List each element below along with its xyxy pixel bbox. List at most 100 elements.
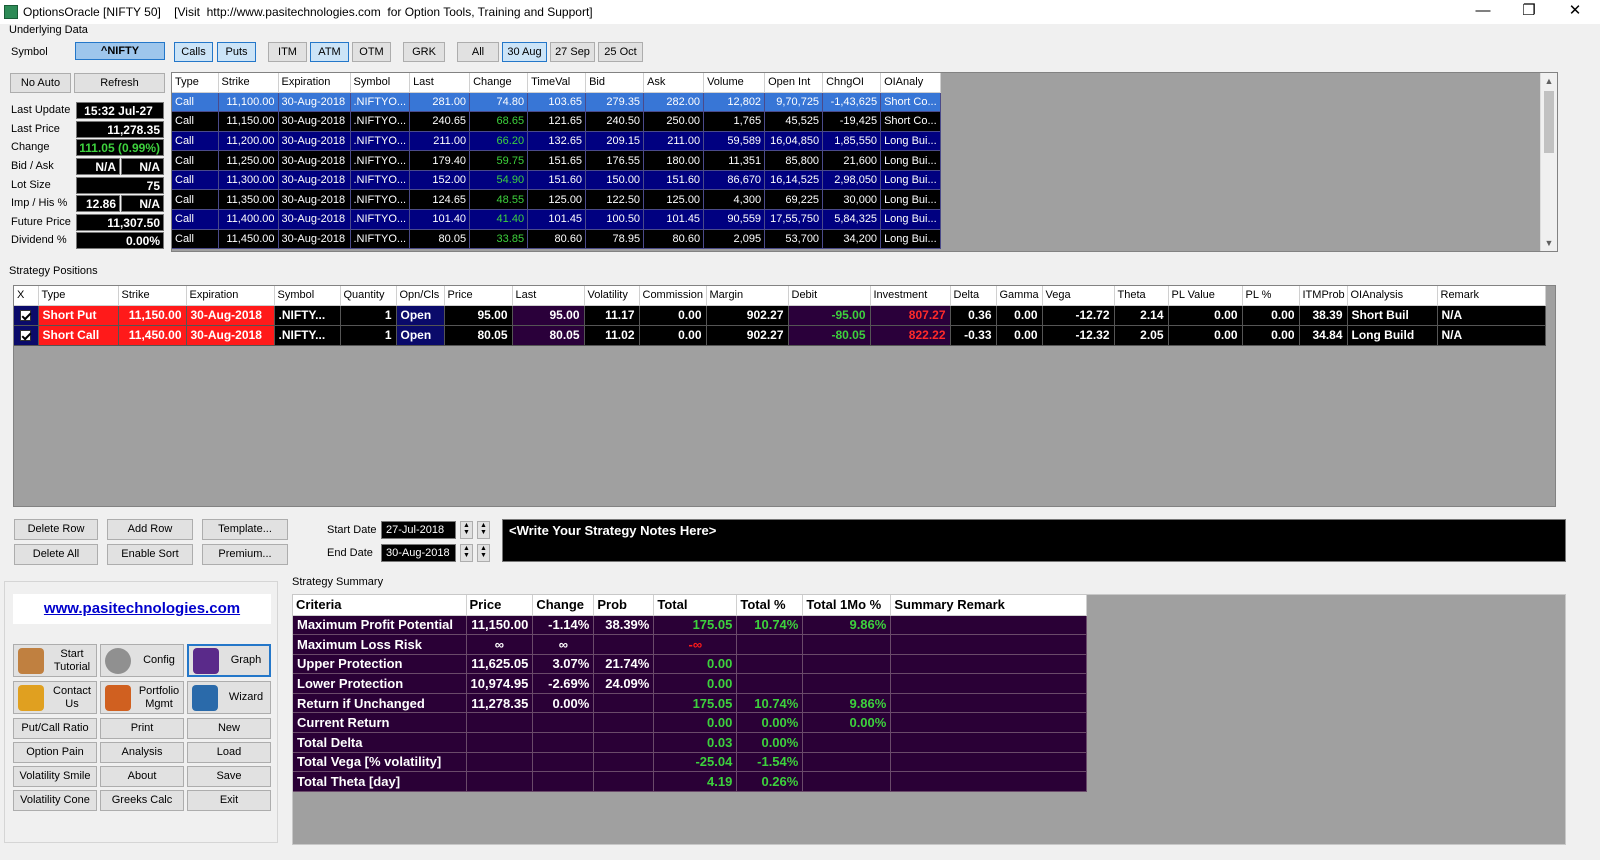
- start-date-spinner-2[interactable]: ▲ ▼: [477, 521, 490, 539]
- positions-header-volatility[interactable]: Volatility: [584, 286, 640, 306]
- option-pain-button[interactable]: Option Pain: [13, 742, 97, 763]
- positions-header-x[interactable]: X: [14, 286, 39, 306]
- graph-button[interactable]: Graph: [187, 644, 271, 677]
- config-button[interactable]: Config: [100, 644, 184, 677]
- table-row[interactable]: Call 11,250.00 30-Aug-2018 .NIFTYO... 179.40…: [172, 150, 941, 171]
- analysis-button[interactable]: Analysis: [100, 742, 184, 763]
- positions-header-pl[interactable]: PL %: [1242, 286, 1300, 306]
- options-header-chngoi[interactable]: ChngOI: [822, 73, 882, 93]
- position-checkbox[interactable]: [14, 325, 39, 346]
- end-date-input[interactable]: 30-Aug-2018: [381, 544, 456, 562]
- checkbox-checked-icon[interactable]: [20, 330, 32, 342]
- minimize-button[interactable]: —: [1460, 0, 1506, 24]
- volatility-cone-button[interactable]: Volatility Cone: [13, 790, 97, 811]
- table-row[interactable]: Call 11,450.00 30-Aug-2018 .NIFTYO... 80.05 3…: [172, 229, 941, 250]
- options-header-ask[interactable]: Ask: [643, 73, 705, 93]
- positions-header-vega[interactable]: Vega: [1042, 286, 1115, 306]
- position-checkbox[interactable]: [14, 305, 39, 326]
- options-header-oianaly[interactable]: OIAnaly: [880, 73, 941, 93]
- table-row[interactable]: Call 11,350.00 30-Aug-2018 .NIFTYO... 124.65…: [172, 189, 941, 211]
- summary-row[interactable]: Lower Protection 10,974.95 -2.69% 24.09% 0.0…: [293, 673, 1088, 694]
- atm-toggle[interactable]: ATM: [310, 42, 349, 62]
- positions-header-symbol[interactable]: Symbol: [274, 286, 341, 306]
- table-row[interactable]: Call 11,100.00 30-Aug-2018 .NIFTYO... 281.00…: [172, 92, 941, 113]
- positions-header-type[interactable]: Type: [38, 286, 119, 306]
- summary-row[interactable]: Maximum Profit Potential 11,150.00 -1.14% 3…: [293, 615, 1088, 636]
- save-button[interactable]: Save: [187, 766, 271, 787]
- positions-header-expiration[interactable]: Expiration: [186, 286, 275, 306]
- positions-header-theta[interactable]: Theta: [1114, 286, 1169, 306]
- summary-header-criteria[interactable]: Criteria: [293, 595, 467, 616]
- itm-toggle[interactable]: ITM: [268, 42, 307, 62]
- enable-sort-button[interactable]: Enable Sort: [107, 544, 193, 565]
- greeks-calc-button[interactable]: Greeks Calc: [100, 790, 184, 811]
- options-header-timeval[interactable]: TimeVal: [527, 73, 587, 93]
- expiry-30aug-toggle[interactable]: 30 Aug: [502, 42, 547, 62]
- premium-button[interactable]: Premium...: [202, 544, 288, 565]
- positions-header-debit[interactable]: Debit: [788, 286, 871, 306]
- scroll-down-icon[interactable]: ▼: [1541, 238, 1557, 248]
- add-row-button[interactable]: Add Row: [107, 519, 193, 540]
- expiry-27sep-toggle[interactable]: 27 Sep: [550, 42, 595, 62]
- summary-header-prob[interactable]: Prob: [593, 595, 655, 616]
- start-date-input[interactable]: 27-Jul-2018: [381, 521, 456, 539]
- put-call-ratio-button[interactable]: Put/Call Ratio: [13, 718, 97, 739]
- positions-header-oianalysis[interactable]: OIAnalysis: [1347, 286, 1438, 306]
- summary-row[interactable]: Maximum Loss Risk ∞ ∞ -∞: [293, 634, 1088, 655]
- options-header-last[interactable]: Last: [409, 73, 471, 93]
- grk-toggle[interactable]: GRK: [403, 42, 445, 62]
- new-button[interactable]: New: [187, 718, 271, 739]
- portfolio-mgmt-button[interactable]: Portfolio Mgmt: [100, 681, 184, 714]
- scroll-up-icon[interactable]: ▲: [1541, 76, 1557, 86]
- options-header-type[interactable]: Type: [172, 73, 219, 93]
- options-header-change[interactable]: Change: [469, 73, 529, 93]
- otm-toggle[interactable]: OTM: [352, 42, 391, 62]
- summary-row[interactable]: Total Theta [day] 4.19 0.26%: [293, 771, 1088, 792]
- positions-header-delta[interactable]: Delta: [950, 286, 997, 306]
- summary-header-total[interactable]: Total: [653, 595, 738, 616]
- positions-header-price[interactable]: Price: [444, 286, 513, 306]
- load-button[interactable]: Load: [187, 742, 271, 763]
- summary-row[interactable]: Current Return 0.00 0.00% 0.00%: [293, 712, 1088, 734]
- summary-row[interactable]: Total Vega [% volatility] -25.04 -1.54%: [293, 752, 1088, 773]
- strategy-notes-textarea[interactable]: <Write Your Strategy Notes Here>: [502, 519, 1566, 562]
- no-auto-button[interactable]: No Auto: [10, 73, 71, 93]
- summary-header-total-1mo[interactable]: Total 1Mo %: [802, 595, 892, 616]
- print-button[interactable]: Print: [100, 718, 184, 739]
- options-header-open-int[interactable]: Open Int: [764, 73, 824, 93]
- expiry-all-toggle[interactable]: All: [457, 42, 499, 62]
- close-button[interactable]: ✕: [1552, 0, 1598, 24]
- start-tutorial-button[interactable]: Start Tutorial: [13, 644, 97, 677]
- options-header-volume[interactable]: Volume: [703, 73, 766, 93]
- positions-header-last[interactable]: Last: [512, 286, 585, 306]
- positions-header-itmprob[interactable]: ITMProb: [1299, 286, 1348, 306]
- positions-header-opn-cls[interactable]: Opn/Cls: [396, 286, 445, 306]
- contact-us-button[interactable]: Contact Us: [13, 681, 97, 714]
- volatility-smile-button[interactable]: Volatility Smile: [13, 766, 97, 787]
- website-link[interactable]: www.pasitechnologies.com: [13, 594, 271, 624]
- expiry-25oct-toggle[interactable]: 25 Oct: [598, 42, 643, 62]
- checkbox-checked-icon[interactable]: [20, 310, 32, 322]
- options-header-bid[interactable]: Bid: [585, 73, 645, 93]
- positions-header-margin[interactable]: Margin: [706, 286, 789, 306]
- table-row[interactable]: Call 11,400.00 30-Aug-2018 .NIFTYO... 101.40…: [172, 209, 941, 230]
- delete-row-button[interactable]: Delete Row: [14, 519, 98, 540]
- end-date-spinner[interactable]: ▲ ▼: [460, 544, 473, 562]
- options-header-strike[interactable]: Strike: [218, 73, 279, 93]
- summary-row[interactable]: Total Delta 0.03 0.00%: [293, 732, 1088, 753]
- end-date-spinner-2[interactable]: ▲ ▼: [477, 544, 490, 562]
- calls-toggle[interactable]: Calls: [174, 42, 213, 62]
- exit-button[interactable]: Exit: [187, 790, 271, 811]
- summary-header-price[interactable]: Price: [466, 595, 534, 616]
- start-date-spinner[interactable]: ▲ ▼: [460, 521, 473, 539]
- table-row[interactable]: Call 11,150.00 30-Aug-2018 .NIFTYO... 240.65…: [172, 111, 941, 132]
- summary-header-change[interactable]: Change: [532, 595, 595, 616]
- table-row[interactable]: Call 11,300.00 30-Aug-2018 .NIFTYO... 152.00…: [172, 170, 941, 191]
- table-row[interactable]: Call 11,200.00 30-Aug-2018 .NIFTYO... 211.00…: [172, 131, 941, 152]
- positions-header-gamma[interactable]: Gamma: [996, 286, 1043, 306]
- summary-header-summary-remark[interactable]: Summary Remark: [890, 595, 1088, 616]
- about-button[interactable]: About: [100, 766, 184, 787]
- puts-toggle[interactable]: Puts: [217, 42, 256, 62]
- positions-header-remark[interactable]: Remark: [1437, 286, 1546, 306]
- positions-header-commission[interactable]: Commission: [639, 286, 707, 306]
